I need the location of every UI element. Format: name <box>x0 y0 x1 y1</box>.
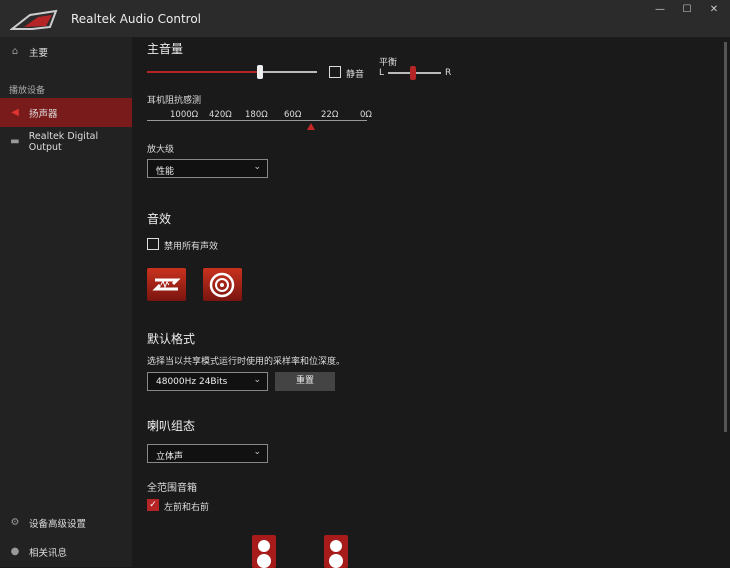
home-icon: ⌂ <box>11 46 19 57</box>
impedance-scale <box>147 120 367 121</box>
rog-logo-icon <box>10 9 58 30</box>
gear-icon: ⚙ <box>10 517 20 528</box>
title-bar: Realtek Audio Control — ☐ ✕ <box>0 0 730 37</box>
chevron-down-icon: ⌄ <box>253 375 261 385</box>
sidebar-item-label: Realtek Digital Output <box>28 130 99 153</box>
amp-title: 放大级 <box>147 145 175 155</box>
reset-button[interactable]: 重置 <box>275 372 335 391</box>
info-icon: ● <box>10 546 20 557</box>
sidebar-item-label: 设备高级设置 <box>29 518 87 530</box>
disable-effects-label: 禁用所有声效 <box>164 242 219 252</box>
sonic-studio-icon[interactable] <box>147 268 186 301</box>
impedance-tick: 60Ω <box>284 110 302 120</box>
balance-right-label: R <box>445 68 452 78</box>
format-title: 默认格式 <box>147 332 196 346</box>
balance-left-label: L <box>379 68 385 78</box>
sidebar-item-advanced[interactable]: ⚙ 设备高级设置 <box>0 508 132 537</box>
sidebar-item-home[interactable]: ⌂ 主要 <box>0 37 132 66</box>
scrollbar[interactable] <box>724 42 727 432</box>
effects-title: 音效 <box>147 212 172 226</box>
right-speaker-icon[interactable] <box>324 535 348 568</box>
sidebar-item-label: 扬声器 <box>29 108 58 120</box>
sidebar-item-label: 相关讯息 <box>29 547 68 559</box>
impedance-title: 耳机阻抗感测 <box>147 96 202 106</box>
front-lr-label: 左前和右前 <box>164 503 210 513</box>
mute-checkbox[interactable] <box>329 66 341 78</box>
speaker-config-value: 立体声 <box>156 452 184 462</box>
chevron-down-icon: ⌄ <box>253 162 261 172</box>
sidebar-item-speakers[interactable]: ◀ 扬声器 <box>0 98 132 127</box>
mute-label: 静音 <box>346 70 365 80</box>
speaker-icon: ◀ <box>11 107 19 118</box>
front-lr-checkbox[interactable]: ✓ <box>147 499 159 511</box>
left-speaker-icon[interactable] <box>252 535 276 568</box>
fullrange-title: 全范围音箱 <box>147 483 197 494</box>
close-button[interactable]: ✕ <box>704 4 724 18</box>
speaker-config-select[interactable]: 立体声 ⌄ <box>147 444 268 463</box>
impedance-tick: 420Ω <box>209 110 232 120</box>
app-title: Realtek Audio Control <box>71 12 202 26</box>
sidebar-item-info[interactable]: ● 相关讯息 <box>0 537 132 566</box>
maximize-button[interactable]: ☐ <box>677 4 697 18</box>
balance-label: 平衡 <box>379 58 398 68</box>
impedance-tick: 0Ω <box>360 110 372 120</box>
amp-value: 性能 <box>156 167 175 177</box>
sonic-radar-icon[interactable] <box>203 268 242 301</box>
minimize-button[interactable]: — <box>650 4 670 18</box>
impedance-tick: 180Ω <box>245 110 268 120</box>
impedance-tick: 22Ω <box>321 110 339 120</box>
chevron-down-icon: ⌄ <box>253 447 261 457</box>
sidebar-item-label: 主要 <box>29 47 49 59</box>
impedance-marker-icon <box>307 123 315 130</box>
digital-output-icon: ▬ <box>10 136 20 147</box>
format-value: 48000Hz 24Bits <box>156 377 228 387</box>
sidebar: ⌂ 主要 播放设备 ◀ 扬声器 ▬ Realtek Digital Output ⚙ 设… <box>0 37 132 567</box>
format-description: 选择当以共享模式运行时使用的采样率和位深度。 <box>147 357 346 367</box>
volume-title: 主音量 <box>147 42 184 56</box>
format-select[interactable]: 48000Hz 24Bits ⌄ <box>147 372 268 391</box>
speaker-config-title: 喇叭组态 <box>147 419 196 433</box>
sidebar-item-digital-output[interactable]: ▬ Realtek Digital Output <box>0 127 132 156</box>
playback-devices-label: 播放设备 <box>9 86 46 96</box>
disable-effects-checkbox[interactable] <box>147 238 159 250</box>
main-panel: 主音量 静音 平衡 L R 耳机阻抗感测 1000Ω 420Ω 180Ω 60Ω… <box>132 37 722 568</box>
impedance-tick: 1000Ω <box>170 110 199 120</box>
amp-select[interactable]: 性能 ⌄ <box>147 159 268 178</box>
